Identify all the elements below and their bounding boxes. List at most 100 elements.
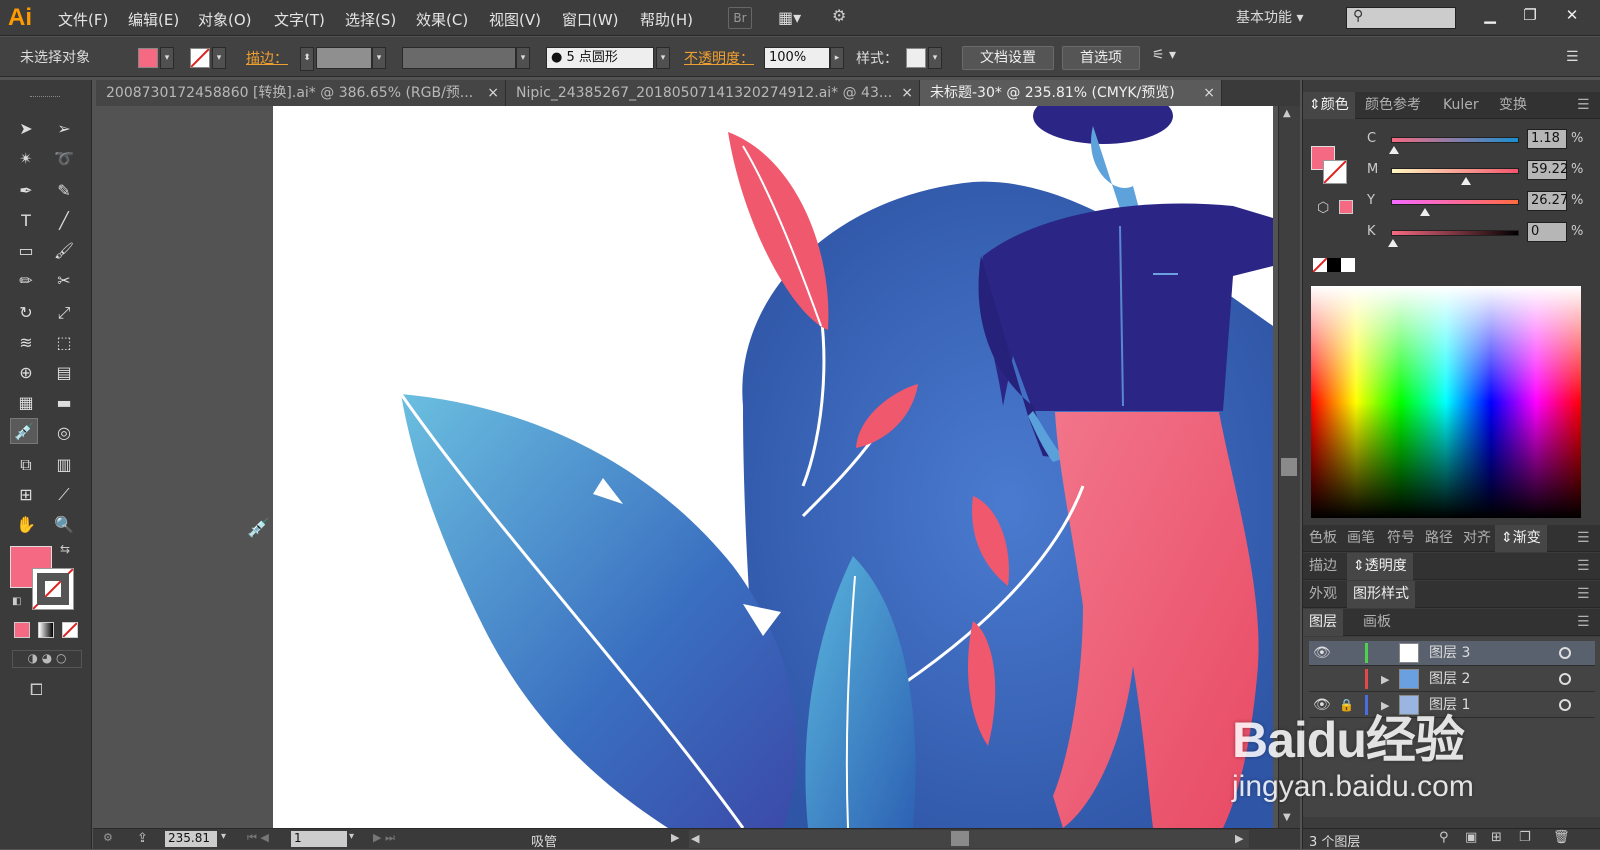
tab-brushes[interactable]: 画笔	[1341, 525, 1381, 552]
panel-menu-icon[interactable]: ☰	[1571, 525, 1596, 552]
gamut-swatch[interactable]	[1339, 200, 1353, 214]
curvature-tool-icon[interactable]: ✎	[50, 178, 78, 204]
stroke-weight-dropdown[interactable]: ▾	[372, 47, 386, 69]
gradient-tool-icon[interactable]: ▬	[50, 390, 78, 416]
white-swatch[interactable]	[1341, 258, 1355, 272]
slider-knob[interactable]	[1389, 146, 1400, 154]
expand-arrow-icon[interactable]: ▶	[1381, 667, 1389, 692]
scroll-thumb[interactable]	[1281, 458, 1297, 476]
document-setup-button[interactable]: 文档设置	[962, 46, 1054, 70]
free-transform-tool-icon[interactable]: ⬚	[50, 330, 78, 356]
fill-dropdown[interactable]: ▾	[160, 47, 174, 69]
black-swatch[interactable]	[1327, 258, 1341, 272]
channel-value-c[interactable]: 1.18	[1527, 129, 1567, 149]
none-mode-button[interactable]	[62, 622, 78, 638]
stroke-label[interactable]: 描边：	[246, 48, 288, 68]
minimize-button[interactable]: ▁	[1472, 4, 1508, 28]
tab-align[interactable]: 对齐	[1457, 525, 1497, 552]
locate-object-icon[interactable]: ⚲	[1439, 830, 1449, 845]
menu-select[interactable]: 选择(S)	[345, 9, 396, 30]
menu-window[interactable]: 窗口(W)	[562, 9, 619, 30]
line-tool-icon[interactable]: ╱	[50, 208, 78, 234]
delete-layer-icon[interactable]: 🗑	[1553, 830, 1570, 845]
tab-pathfinder[interactable]: 路径	[1419, 525, 1459, 552]
artboard-dropdown[interactable]: ▾	[349, 831, 354, 842]
artboard-number-field[interactable]: 1	[291, 831, 347, 847]
channel-slider-k[interactable]	[1388, 230, 1519, 247]
toolbox-grip[interactable]	[30, 96, 60, 99]
hand-tool-icon[interactable]: ✋	[12, 512, 40, 538]
channel-slider-m[interactable]	[1391, 168, 1519, 185]
brush-dropdown[interactable]: ▾	[656, 47, 670, 69]
panel-menu-icon[interactable]: ☰	[1571, 581, 1596, 608]
tab-swatches[interactable]: 色板	[1303, 525, 1343, 552]
menu-edit[interactable]: 编辑(E)	[128, 9, 179, 30]
out-of-gamut-icon[interactable]: ⬡	[1317, 200, 1329, 216]
preferences-button[interactable]: 首选项	[1062, 46, 1140, 70]
first-page-icon[interactable]: ⏮ ◀	[247, 831, 269, 845]
stroke-swatch[interactable]	[190, 48, 210, 68]
artboard[interactable]	[273, 106, 1273, 828]
menu-effect[interactable]: 效果(C)	[416, 9, 468, 30]
slider-knob[interactable]	[1461, 177, 1472, 185]
workspace-switcher[interactable]: 基本功能 ▾	[1236, 7, 1303, 27]
type-tool-icon[interactable]: T	[12, 208, 40, 234]
symbol-sprayer-tool-icon[interactable]: ⧉	[12, 452, 40, 478]
zoom-field[interactable]: 235.81	[165, 831, 217, 847]
eye-icon[interactable]: 👁	[1313, 641, 1331, 666]
menu-type[interactable]: 文字(T)	[274, 9, 325, 30]
tab-document-1[interactable]: 200873017245886​0 [转换].ai* @ 386.65% (RG…	[96, 80, 506, 106]
direct-selection-tool-icon[interactable]: ➢	[50, 116, 78, 142]
scroll-up-icon[interactable]: ▲	[1283, 108, 1291, 119]
lasso-tool-icon[interactable]: ➰	[50, 146, 78, 172]
bridge-button[interactable]: Br	[728, 7, 752, 29]
rectangle-tool-icon[interactable]: ▭	[12, 238, 40, 264]
next-page-icon[interactable]: ▶ ⏭	[373, 831, 395, 845]
layer-name[interactable]: 图层 3	[1429, 641, 1470, 666]
tab-close-icon[interactable]: ×	[901, 80, 913, 106]
tab-kuler[interactable]: Kuler	[1437, 92, 1485, 119]
draw-mode-icons[interactable]: ◑ ◕ ○	[12, 650, 82, 668]
arrange-documents-icon[interactable]: ▦▾	[778, 8, 812, 28]
tab-symbols[interactable]: 符号	[1381, 525, 1421, 552]
tab-graphic-styles[interactable]: 图形样式	[1347, 581, 1415, 608]
stroke-weight-stepper[interactable]: ⬍	[300, 47, 314, 71]
restore-button[interactable]: ❐	[1512, 4, 1548, 28]
tab-artboards[interactable]: 画板	[1357, 609, 1397, 636]
target-icon[interactable]	[1559, 699, 1571, 711]
scroll-right-icon[interactable]: ▶	[1235, 832, 1243, 845]
tab-document-3[interactable]: 未标题-30* @ 235.81% (CMYK/预览) ×	[920, 80, 1222, 106]
zoom-tool-icon[interactable]: 🔍	[50, 512, 78, 538]
tab-document-2[interactable]: Nipic_24385267_20180507141320274912.ai* …	[506, 80, 920, 106]
horizontal-scrollbar[interactable]: ◀ ▶	[689, 830, 1249, 848]
tab-transform[interactable]: 变换	[1493, 92, 1533, 119]
layer-row-3[interactable]: 👁 图层 3	[1309, 641, 1595, 666]
panel-menu-icon[interactable]: ☰	[1571, 92, 1596, 119]
tab-color-guide[interactable]: 颜色参考	[1359, 92, 1427, 119]
blend-tool-icon[interactable]: ◎	[50, 420, 78, 446]
tab-appearance[interactable]: 外观	[1303, 581, 1343, 608]
target-icon[interactable]	[1559, 647, 1571, 659]
status-menu-arrow-icon[interactable]: ▶	[671, 831, 679, 844]
screen-mode-icon[interactable]: ⧠	[30, 680, 43, 700]
layer-row-2[interactable]: ▶ 图层 2	[1309, 667, 1595, 692]
pencil-tool-icon[interactable]: ✏	[12, 268, 40, 294]
brush-definition[interactable]: ● 5 点圆形	[546, 47, 654, 69]
menu-help[interactable]: 帮助(H)	[640, 9, 693, 30]
channel-value-m[interactable]: 59.22	[1527, 160, 1568, 180]
gradient-mode-button[interactable]	[38, 622, 54, 638]
variable-width-profile[interactable]	[402, 47, 516, 69]
artboard-tool-icon[interactable]: ⊞	[12, 482, 40, 508]
opacity-dropdown[interactable]: ▸	[830, 47, 844, 69]
stroke-dropdown[interactable]: ▾	[212, 47, 226, 69]
tab-transparency[interactable]: ⇕透明度	[1347, 553, 1413, 580]
menu-file[interactable]: 文件(F)	[58, 9, 108, 30]
panel-menu-icon[interactable]: ☰	[1571, 553, 1596, 580]
pen-tool-icon[interactable]: ✒	[12, 178, 40, 204]
shape-builder-tool-icon[interactable]: ⊕	[12, 360, 40, 386]
tab-layers[interactable]: 图层	[1303, 609, 1343, 636]
style-dropdown[interactable]: ▾	[928, 47, 942, 69]
tab-close-icon[interactable]: ×	[487, 80, 499, 106]
zoom-dropdown[interactable]: ▾	[221, 831, 226, 842]
new-sublayer-icon[interactable]: ⊞	[1491, 830, 1502, 845]
